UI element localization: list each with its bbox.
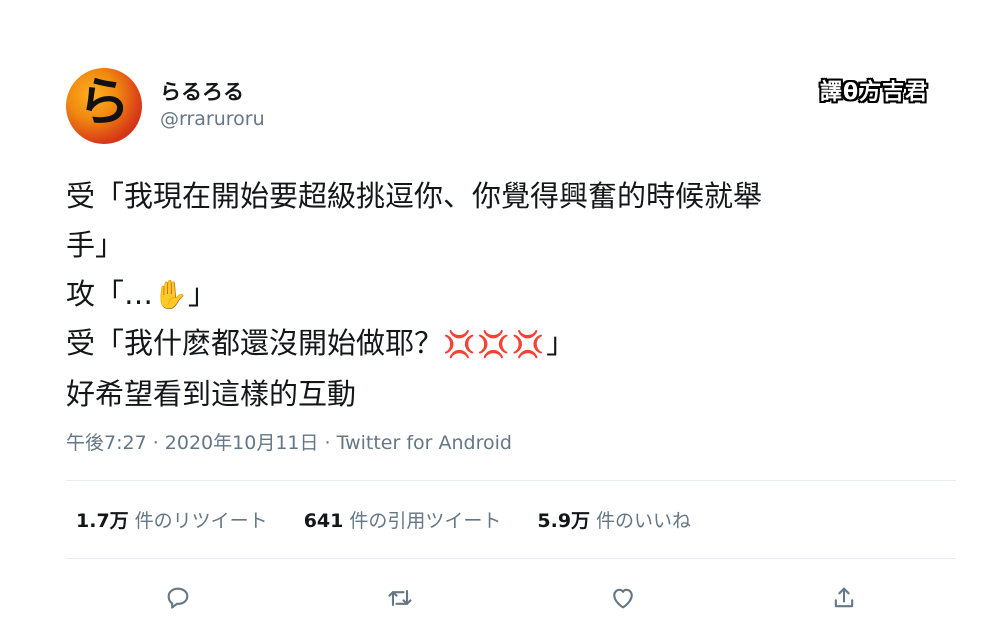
quotes-stat[interactable]: 641 件の引用ツイート: [304, 506, 502, 533]
tweet-stats: 1.7万 件のリツイート 641 件の引用ツイート 5.9万 件のいいね: [76, 506, 691, 533]
avatar[interactable]: ら: [66, 68, 142, 144]
retweets-label: 件のリツイート: [134, 510, 268, 532]
tweet-line-5: 好希望看到這樣的互動: [66, 377, 357, 411]
tweet-line-3-text: 攻「…: [66, 277, 154, 311]
tweet-line-2: 手」: [66, 228, 125, 262]
anger-symbol-emoji: 💢💢💢: [443, 330, 547, 360]
retweet-icon: [388, 589, 412, 607]
heart-icon: [613, 588, 633, 609]
tweet-line-1: 受「我現在開始要超級挑逗你、你覺得興奮的時候就舉: [66, 179, 763, 213]
quotes-label: 件の引用ツイート: [349, 510, 502, 532]
tweet-line-3: 攻「…✋」: [66, 270, 946, 319]
tweet-line-4-end: 」: [546, 326, 576, 360]
tweet-line-4-text: 受「我什麽都還沒開始做耶？: [66, 326, 444, 360]
likes-label: 件のいいね: [596, 510, 692, 532]
share-icon: [834, 587, 854, 608]
avatar-glyph: ら: [77, 72, 130, 133]
retweets-count: 1.7万: [76, 510, 129, 532]
raised-hand-emoji: ✋: [153, 278, 188, 311]
share-button[interactable]: [824, 578, 864, 618]
quotes-count: 641: [303, 510, 344, 532]
likes-stat[interactable]: 5.9万 件のいいね: [537, 506, 691, 533]
retweet-button[interactable]: [380, 578, 420, 618]
translator-watermark: 譯θ方吉君: [820, 80, 929, 105]
tweet-timestamp[interactable]: 午後7:27 · 2020年10月11日 · Twitter for Andro…: [66, 428, 512, 455]
tweet-text: 受「我現在開始要超級挑逗你、你覺得興奮的時候就舉 手」 攻「…✋」 受「我什麽都…: [66, 172, 946, 419]
retweets-stat[interactable]: 1.7万 件のリツイート: [76, 506, 268, 533]
like-button[interactable]: [603, 578, 643, 618]
tweet-line-3-end: 」: [187, 277, 217, 311]
divider-bottom: [66, 558, 956, 559]
display-name[interactable]: らるろる: [160, 76, 244, 106]
likes-count: 5.9万: [537, 510, 591, 532]
reply-button[interactable]: [158, 578, 198, 618]
divider-top: [66, 480, 956, 481]
tweet-line-4: 受「我什麽都還沒開始做耶？💢💢💢」: [66, 319, 946, 370]
reply-icon: [167, 587, 189, 609]
user-handle[interactable]: @rraruroru: [160, 108, 265, 130]
tweet-actions: [66, 578, 956, 618]
